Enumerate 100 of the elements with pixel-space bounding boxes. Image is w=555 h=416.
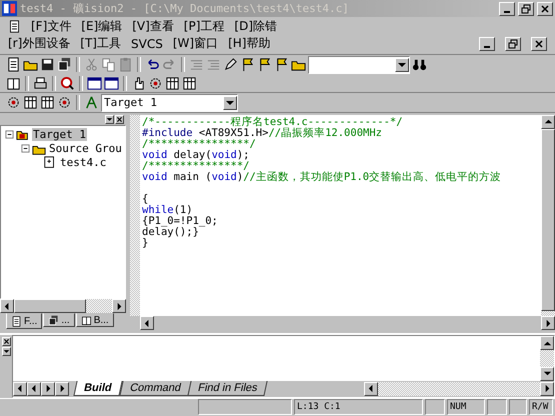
panel-tab[interactable]: B... (76, 313, 114, 328)
collapse-icon[interactable] (5, 130, 14, 140)
panel-close-button[interactable] (115, 114, 124, 124)
close-icon (534, 38, 544, 49)
magnifier-icon[interactable] (60, 76, 75, 91)
code-line: /*------------程序名test4.c-------------*/ (142, 116, 404, 128)
menu-item[interactable]: [W]窗口 (172, 35, 218, 52)
window-icon[interactable] (104, 76, 119, 91)
output-tab[interactable]: Find in Files (188, 381, 268, 396)
tab-scroll-button[interactable] (13, 382, 27, 396)
tab-scroll-button[interactable] (27, 382, 41, 396)
panel-menu-button[interactable] (105, 114, 114, 124)
close-button[interactable] (531, 36, 547, 51)
tab-scroll-button[interactable] (55, 382, 69, 396)
grid-icon[interactable] (182, 76, 197, 91)
scroll-down-button[interactable] (540, 366, 554, 381)
code-line: delay();} (142, 226, 199, 238)
window-title: test4 - 礦ision2 - [C:\My Documents\test4\test4.c] (20, 1, 350, 16)
panel-menu-button[interactable] (2, 347, 10, 356)
restore-button[interactable] (505, 36, 521, 51)
panel-tab[interactable]: ... (43, 313, 75, 328)
menu-item[interactable]: [T]工具 (80, 35, 121, 52)
right-arrow-icon (542, 384, 552, 394)
scroll-left-button[interactable] (364, 382, 378, 396)
output-tab[interactable]: Command (118, 381, 191, 396)
code-line: } (142, 238, 148, 249)
copy-icon[interactable] (101, 57, 116, 72)
output-tab[interactable]: Build (73, 381, 122, 396)
menu-item[interactable]: SVCS (131, 36, 163, 51)
scrollbar-thumb[interactable] (541, 128, 555, 311)
book-icon (80, 314, 92, 326)
code-line: void delay(void); (142, 150, 251, 161)
menu-item[interactable]: [P]工程 (184, 18, 224, 35)
caret-icon (106, 116, 113, 123)
minimize-icon (484, 46, 490, 48)
left-arrow-icon (2, 302, 12, 311)
menu-item[interactable]: [r]外围设备 (8, 35, 70, 52)
right-arrow-icon (114, 302, 124, 311)
print-icon[interactable] (33, 76, 48, 91)
window-icon[interactable] (87, 76, 102, 91)
restore-icon (521, 4, 531, 14)
tab-scroll-button[interactable] (41, 382, 55, 396)
tree-item[interactable]: Source Grou (48, 142, 123, 156)
code-line: #include <AT89X51.H>//晶振频率12.000MHz (142, 128, 383, 139)
pencil-icon[interactable] (223, 57, 238, 72)
scrollbar-thumb[interactable] (14, 299, 86, 314)
scroll-up-button[interactable] (540, 336, 554, 350)
minimize-button[interactable] (479, 36, 495, 51)
menu-item[interactable]: [D]除错 (234, 18, 278, 35)
tree-item[interactable]: Target 1 (32, 128, 87, 142)
translate-icon[interactable] (23, 95, 38, 110)
cursor-position: L:13 C:1 (294, 399, 423, 416)
collapse-icon[interactable] (21, 144, 30, 154)
save-all-icon[interactable] (57, 57, 72, 72)
num-lock-indicator: NUM (447, 399, 485, 416)
code-editor[interactable] (140, 114, 541, 316)
scroll-right-button[interactable] (112, 299, 126, 314)
code-line: {P1_0=!P1_0; (142, 216, 219, 227)
tree-item[interactable]: test4.c (59, 156, 108, 170)
menu-item[interactable]: [F]文件 (31, 18, 72, 35)
restore-icon (508, 38, 518, 49)
new-file-icon[interactable] (6, 57, 21, 72)
scroll-up-button[interactable] (541, 114, 555, 129)
gear-icon[interactable] (148, 76, 163, 91)
code-line: { (142, 194, 150, 205)
app-icon (2, 1, 17, 16)
left-arrow-icon (142, 318, 152, 328)
rebuild-icon[interactable] (40, 95, 55, 110)
panel-tab[interactable]: F... (6, 313, 42, 330)
minimize-button[interactable] (499, 2, 515, 16)
menu-item[interactable]: [E]编辑 (81, 18, 122, 35)
scroll-left-button[interactable] (140, 316, 154, 330)
panel-close-button[interactable] (2, 337, 10, 346)
code-line: while(1) (142, 204, 194, 216)
book-icon[interactable] (6, 76, 21, 91)
dropdown-button[interactable] (395, 58, 409, 72)
menu-item[interactable]: [V]查看 (132, 18, 174, 35)
save-icon[interactable] (40, 57, 55, 72)
find-combo[interactable] (308, 56, 410, 74)
build-icon[interactable] (6, 95, 21, 110)
close-button[interactable] (537, 2, 553, 16)
code-line: /***************/ (142, 160, 250, 172)
code-line: void main (void)//主函数，其功能使P1.0交替输出高、低电平的方波 (142, 172, 502, 183)
menu-item[interactable]: [H]帮助 (228, 35, 270, 52)
restore-button[interactable] (518, 2, 534, 16)
document-icon (8, 20, 21, 33)
scroll-right-button[interactable] (541, 316, 555, 330)
up-arrow-icon (544, 117, 552, 126)
stop-icon[interactable] (57, 95, 72, 110)
minimize-icon (504, 10, 510, 13)
scroll-left-button[interactable] (0, 299, 14, 314)
scroll-right-button[interactable] (540, 382, 554, 396)
target-select[interactable]: Target 1 (101, 94, 238, 112)
grid-icon[interactable] (165, 76, 180, 91)
left-arrow-icon (366, 384, 376, 394)
dropdown-button[interactable] (223, 96, 237, 110)
code-line: /****************/ (142, 138, 257, 150)
right-arrow-icon (544, 318, 552, 328)
file-icon (43, 156, 57, 170)
search-icon[interactable] (412, 57, 427, 72)
